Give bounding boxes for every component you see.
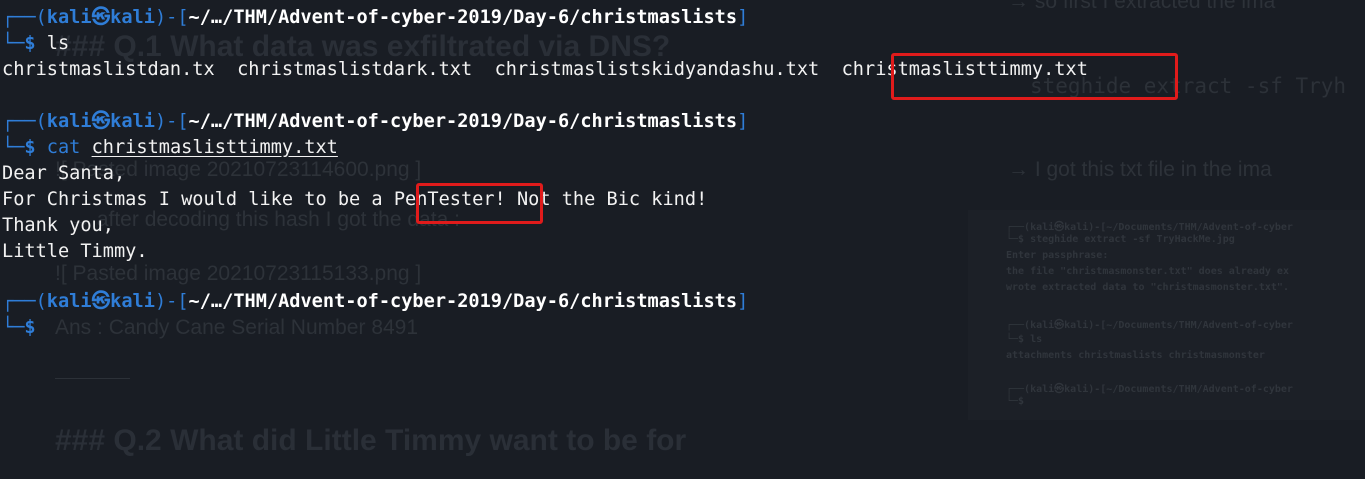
prompt-frame: └─: [2, 33, 25, 54]
prompt-frame: └─: [2, 317, 25, 338]
kali-at-icon: ㉿: [91, 7, 111, 28]
prompt-bracket-open: )-[: [154, 291, 189, 312]
kali-at-icon: ㉿: [91, 291, 111, 312]
file-entry: christmaslistdark.txt: [237, 59, 473, 80]
prompt-header: ┌──(kali㉿kali)-[~/…/THM/Advent-of-cyber-…: [2, 109, 748, 135]
kali-at-icon: ㉿: [91, 111, 111, 132]
prompt-user: kali: [46, 291, 92, 312]
prompt-bracket-close: ]: [737, 7, 749, 28]
command-cat-argument: christmaslisttimmy.txt: [91, 137, 338, 158]
prompt-input: └─$ cat christmaslisttimmy.txt: [2, 135, 338, 161]
prompt-dollar: $: [24, 317, 36, 338]
prompt-frame: └─: [2, 137, 25, 158]
file-line-1: Dear Santa,: [2, 163, 126, 184]
prompt-host: kali: [110, 7, 155, 28]
prompt-frame: ┌──(: [2, 291, 47, 312]
prompt-dollar: $: [24, 137, 36, 158]
file-entry: christmaslistdan.tx: [2, 59, 215, 80]
prompt-frame: ┌──(: [2, 7, 47, 28]
file-entry: christmaslistskidyandashu.txt: [494, 59, 820, 80]
prompt-frame: ┌──(: [2, 111, 47, 132]
prompt-path: ~/…/THM/Advent-of-cyber-2019/Day-6/chris…: [188, 7, 738, 28]
prompt-header: ┌──(kali㉿kali)-[~/…/THM/Advent-of-cyber-…: [2, 289, 748, 315]
prompt-dollar: $: [24, 33, 36, 54]
prompt-bracket-close: ]: [737, 111, 749, 132]
highlight-box-pentester: [416, 183, 543, 224]
highlight-box-timmy-file: [891, 53, 1178, 100]
prompt-host: kali: [110, 291, 155, 312]
file-line-2-before: For Christmas I would like to be a: [2, 189, 394, 210]
file-line-2: For Christmas I would like to be a PenTe…: [2, 187, 707, 213]
terminal-output[interactable]: ┌──(kali㉿kali)-[~/…/THM/Advent-of-cyber-…: [0, 0, 1365, 479]
prompt-bracket-open: )-[: [154, 111, 189, 132]
prompt-user: kali: [46, 111, 92, 132]
prompt-bracket-open: )-[: [154, 7, 189, 28]
prompt-input: └─$ ls: [2, 31, 69, 57]
prompt-path: ~/…/THM/Advent-of-cyber-2019/Day-6/chris…: [188, 291, 738, 312]
command-cat: cat: [46, 137, 81, 158]
prompt-path: ~/…/THM/Advent-of-cyber-2019/Day-6/chris…: [188, 111, 738, 132]
prompt-bracket-close: ]: [737, 291, 749, 312]
file-line-3: Thank you,: [2, 215, 114, 236]
prompt-user: kali: [46, 7, 92, 28]
file-line-4: Little Timmy.: [2, 241, 148, 262]
prompt-input-active[interactable]: └─$: [2, 315, 36, 341]
prompt-host: kali: [110, 111, 155, 132]
prompt-header: ┌──(kali㉿kali)-[~/…/THM/Advent-of-cyber-…: [2, 5, 748, 31]
command-ls: ls: [46, 33, 70, 54]
